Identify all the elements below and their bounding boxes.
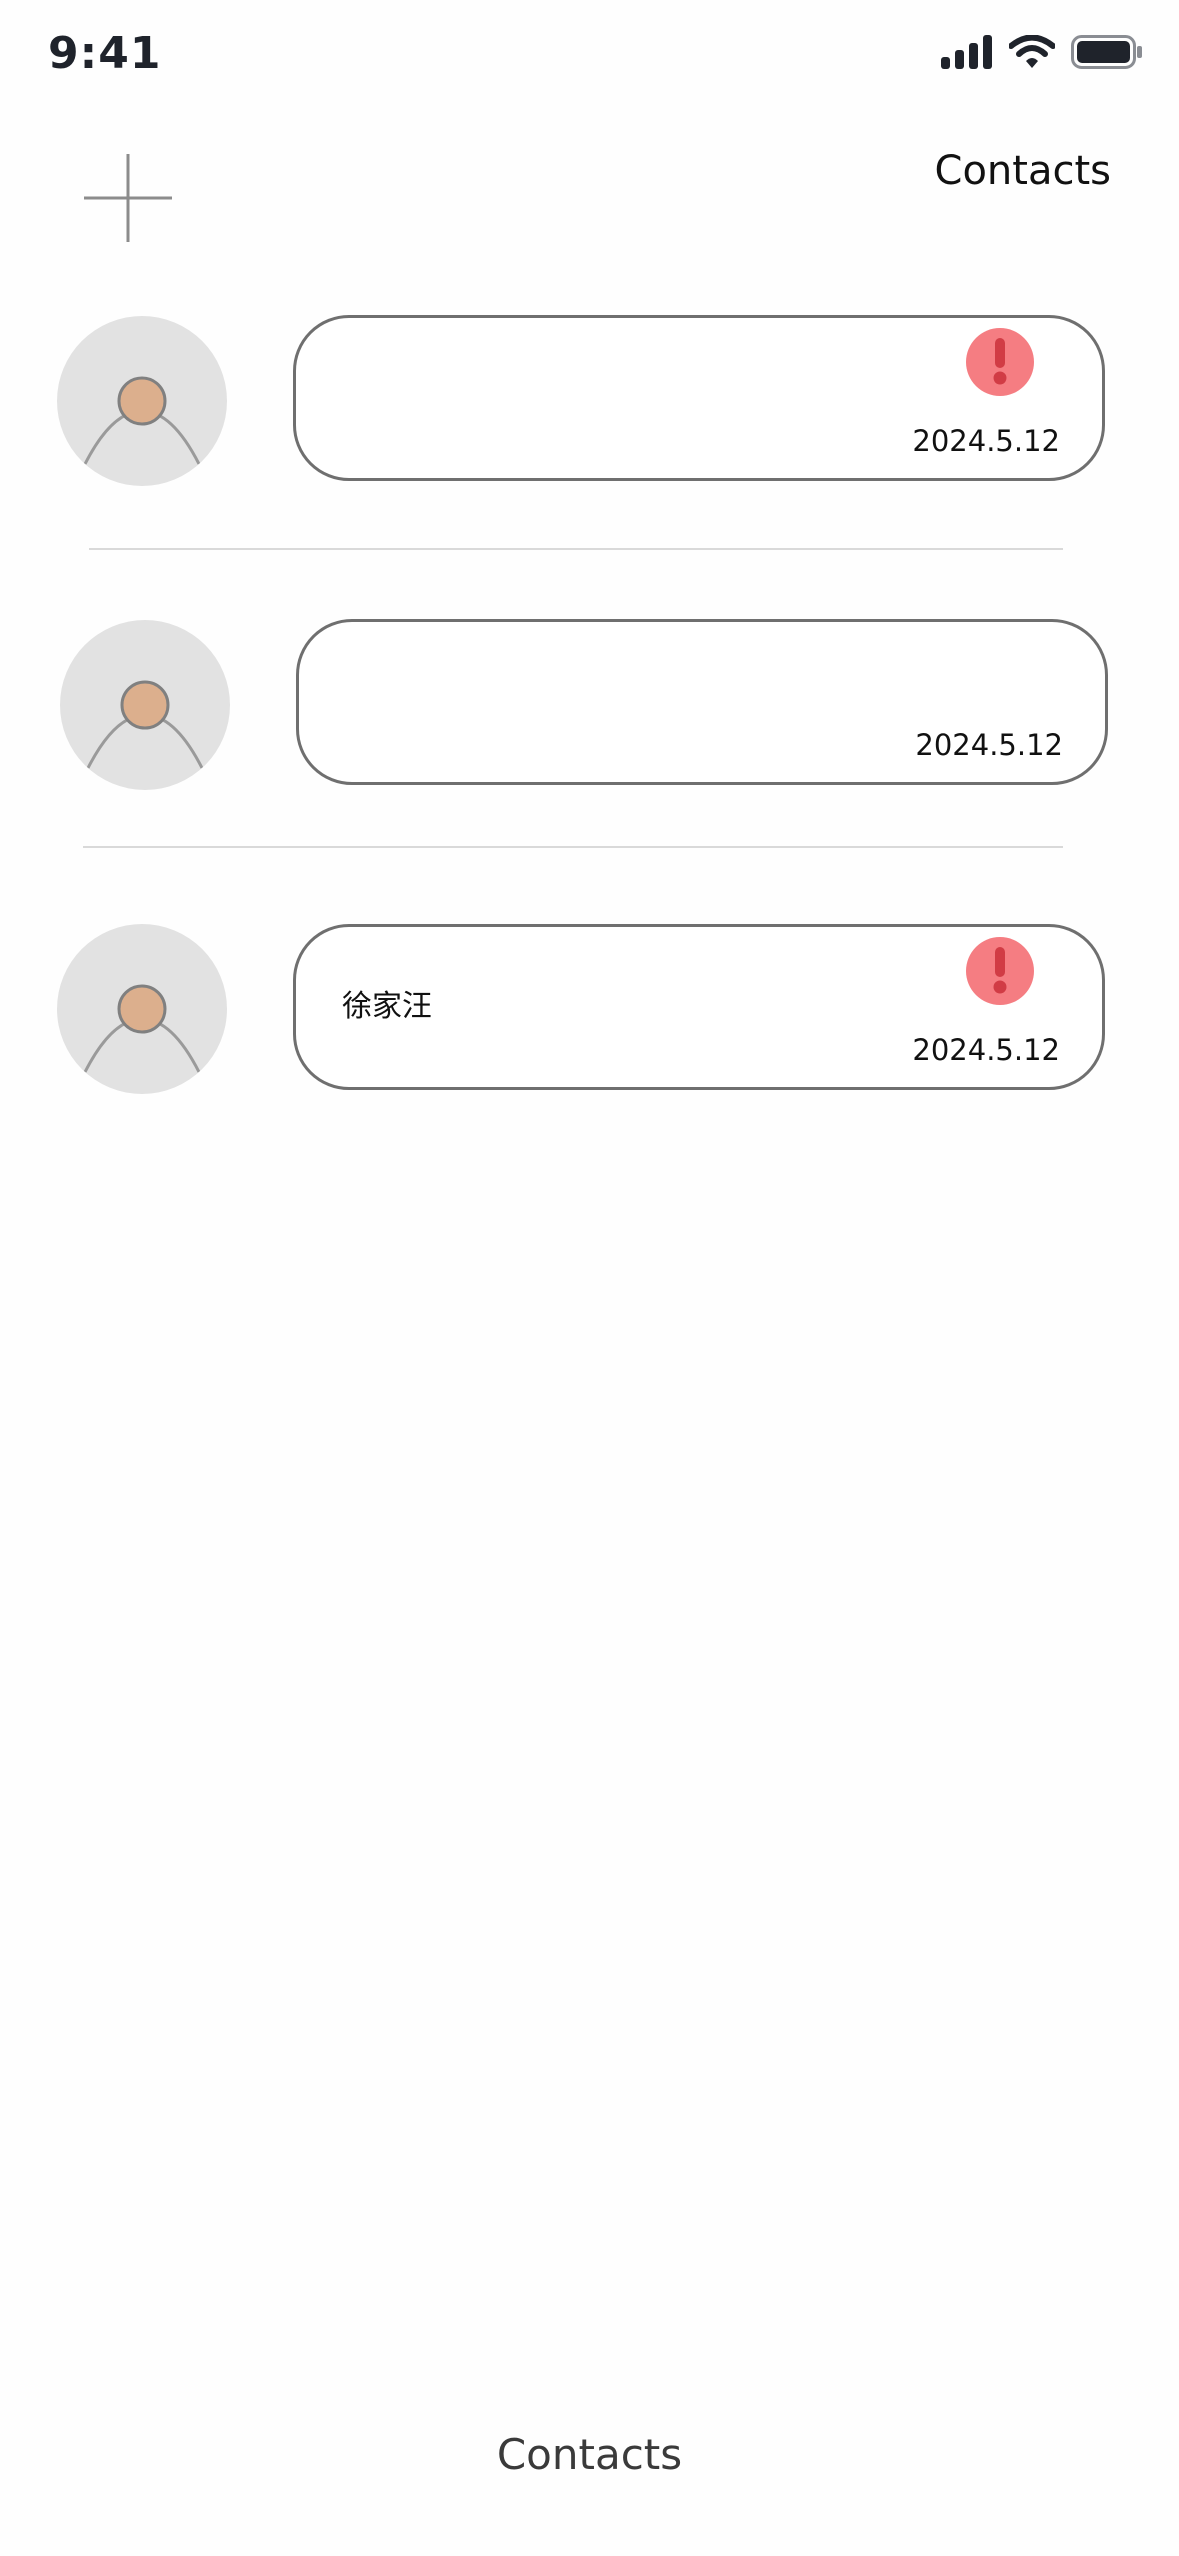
contact-date: 2024.5.12 — [915, 728, 1063, 762]
contacts-screen: 9:41 Contacts 2024.5.12 2024.5.12 徐家汪 20… — [0, 0, 1179, 2556]
plus-icon — [84, 154, 172, 242]
contact-row: 2024.5.12 — [0, 619, 1179, 790]
person-icon — [83, 984, 201, 1073]
contact-card[interactable]: 2024.5.12 — [293, 315, 1105, 481]
status-time: 9:41 — [48, 28, 162, 79]
avatar — [57, 316, 227, 486]
contact-date: 2024.5.12 — [912, 424, 1060, 458]
page-title: Contacts — [934, 148, 1111, 194]
contact-card[interactable]: 徐家汪 2024.5.12 — [293, 924, 1105, 1090]
contact-card[interactable]: 2024.5.12 — [296, 619, 1108, 785]
avatar — [60, 620, 230, 790]
divider — [83, 846, 1063, 848]
alert-icon — [966, 937, 1034, 1005]
alert-icon — [966, 328, 1034, 396]
contact-row: 2024.5.12 — [0, 315, 1179, 486]
status-icons — [941, 30, 1143, 74]
divider — [89, 548, 1063, 550]
wifi-icon — [1009, 35, 1055, 68]
tab-contacts[interactable]: Contacts — [0, 2430, 1179, 2479]
contact-name: 徐家汪 — [342, 989, 432, 1024]
avatar — [57, 924, 227, 1094]
contact-date: 2024.5.12 — [912, 1033, 1060, 1067]
person-icon — [83, 376, 201, 465]
add-contact-button[interactable] — [82, 152, 174, 244]
battery-icon — [1071, 35, 1142, 69]
cellular-signal-icon — [941, 35, 992, 69]
person-icon — [86, 680, 204, 769]
contact-row: 徐家汪 2024.5.12 — [0, 924, 1179, 1094]
